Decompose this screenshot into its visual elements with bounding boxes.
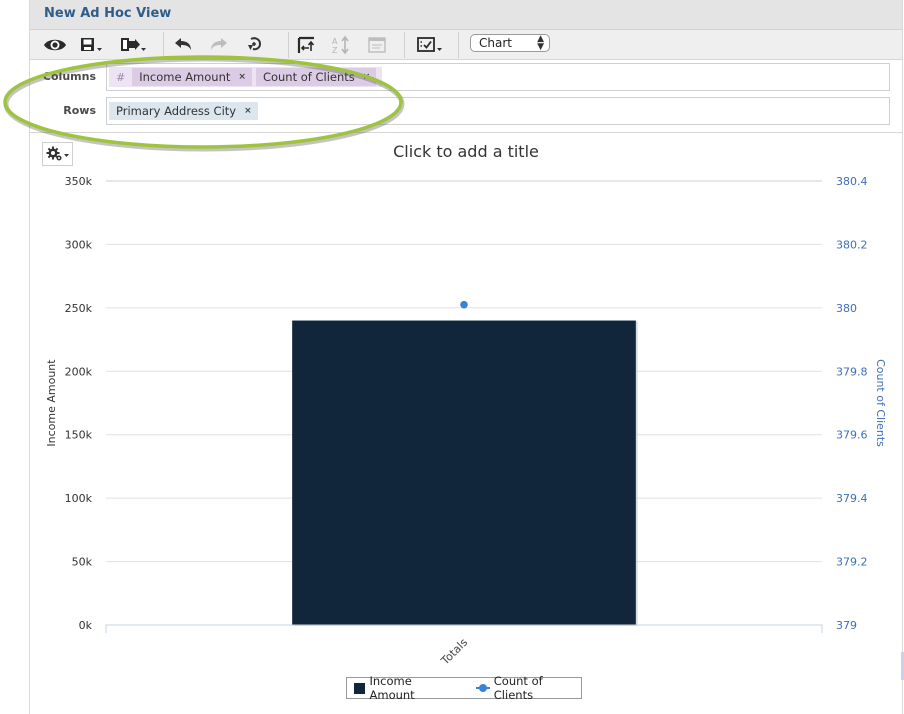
left-axis-tick-label: 100k	[65, 492, 93, 505]
left-axis-tick-label: 250k	[65, 302, 93, 315]
x-axis-category-label: Totals	[438, 636, 470, 668]
legend-line-marker	[476, 683, 491, 693]
right-axis-tick-label: 379.4	[836, 492, 868, 505]
legend-bar-swatch	[354, 682, 365, 694]
right-axis-tick-label: 380.4	[836, 175, 868, 188]
right-axis-tick-label: 379.2	[836, 556, 868, 569]
combo-chart: 0k 50k 100k 150k 200k 250k 300k 350k 379 379.2 379…	[45, 175, 887, 668]
right-axis-tick-label: 379.8	[836, 365, 868, 378]
legend-item-income-amount[interactable]: Income Amount	[347, 674, 456, 702]
right-axis-tick-label: 379	[836, 619, 857, 632]
bar-income-amount	[292, 320, 636, 625]
right-axis-title: Count of Clients	[874, 359, 887, 447]
legend-label: Count of Clients	[493, 674, 543, 702]
left-axis-title: Income Amount	[45, 359, 58, 447]
legend-item-count-of-clients[interactable]: Count of Clients	[456, 674, 581, 702]
left-axis-tick-label: 200k	[65, 365, 93, 378]
right-axis-tick-label: 380	[836, 302, 857, 315]
chart-legend: Income Amount Count of Clients	[346, 674, 582, 702]
point-count-of-clients	[460, 300, 468, 309]
left-axis-tick-label: 50k	[72, 556, 93, 569]
right-axis-tick-label: 379.6	[836, 429, 868, 442]
left-axis-tick-label: 350k	[65, 175, 93, 188]
right-axis-tick-label: 380.2	[836, 238, 868, 251]
x-axis-line	[105, 624, 823, 633]
left-axis-tick-label: 0k	[79, 619, 93, 632]
left-axis-tick-label: 150k	[65, 429, 93, 442]
left-axis-tick-label: 300k	[65, 238, 93, 251]
legend-label: Income Amount	[369, 674, 415, 702]
